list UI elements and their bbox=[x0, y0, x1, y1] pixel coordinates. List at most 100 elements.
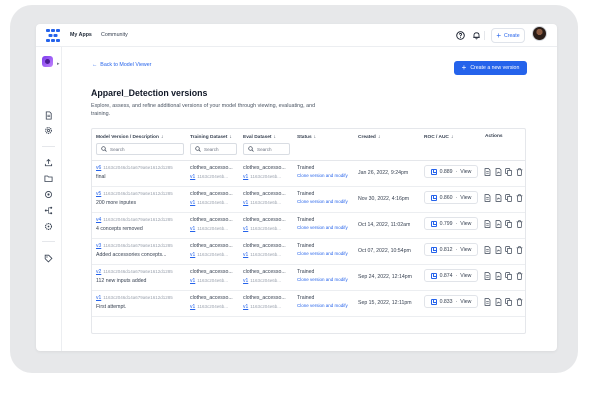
eval-dataset-name[interactable]: clothes_accesso... bbox=[243, 295, 289, 301]
copy-icon[interactable] bbox=[505, 298, 512, 306]
training-version-link[interactable]: v1 bbox=[190, 278, 195, 284]
trash-icon[interactable] bbox=[516, 220, 523, 228]
chevron-icon[interactable]: ▸ bbox=[57, 61, 60, 67]
file-icon[interactable] bbox=[495, 246, 502, 254]
header-created[interactable]: Created ↓ bbox=[358, 134, 380, 140]
clone-version-link[interactable]: Clone version and modify bbox=[297, 303, 348, 308]
header-eval-dataset[interactable]: Eval Dataset ↓ bbox=[243, 134, 276, 140]
eval-version-link[interactable]: v1 bbox=[243, 174, 248, 180]
copy-icon[interactable] bbox=[505, 272, 512, 280]
tag-icon[interactable] bbox=[44, 254, 53, 263]
header-training-dataset[interactable]: Training Dataset ↓ bbox=[190, 134, 232, 140]
bell-icon[interactable] bbox=[472, 31, 481, 40]
back-link[interactable]: ← Back to Model Viewer bbox=[92, 62, 151, 68]
training-version-link[interactable]: v1 bbox=[190, 226, 195, 232]
file-icon[interactable] bbox=[495, 272, 502, 280]
copy-icon[interactable] bbox=[505, 194, 512, 202]
training-version-link[interactable]: v1 bbox=[190, 200, 195, 206]
document-icon[interactable] bbox=[484, 220, 491, 228]
roc-view-button[interactable]: 0.860 · View bbox=[424, 191, 478, 204]
nav-community[interactable]: Community bbox=[101, 32, 128, 38]
document-icon[interactable] bbox=[484, 298, 491, 306]
search-training-input[interactable]: Search bbox=[190, 143, 237, 155]
trash-icon[interactable] bbox=[516, 272, 523, 280]
training-version-link[interactable]: v1 bbox=[190, 304, 195, 310]
eval-version-link[interactable]: v1 bbox=[243, 200, 248, 206]
roc-view-button[interactable]: 0.833 · View bbox=[424, 295, 478, 308]
search-version-input[interactable]: Search bbox=[96, 143, 184, 155]
avatar[interactable] bbox=[532, 26, 547, 41]
training-dataset-name[interactable]: clothes_accesso... bbox=[190, 191, 236, 197]
document-icon[interactable] bbox=[44, 111, 53, 120]
copy-icon[interactable] bbox=[505, 168, 512, 176]
clone-version-link[interactable]: Clone version and modify bbox=[297, 199, 348, 204]
roc-view-button[interactable]: 0.874 · View bbox=[424, 269, 478, 282]
training-version-link[interactable]: v1 bbox=[190, 252, 195, 258]
training-dataset-name[interactable]: clothes_accesso... bbox=[190, 269, 236, 275]
version-link[interactable]: v4 bbox=[96, 217, 101, 223]
module-icon[interactable] bbox=[44, 222, 53, 231]
sort-arrow-icon: ↓ bbox=[450, 134, 454, 140]
trash-icon[interactable] bbox=[516, 194, 523, 202]
clone-version-link[interactable]: Clone version and modify bbox=[297, 173, 348, 178]
settings-icon[interactable] bbox=[44, 190, 53, 199]
eval-version-link[interactable]: v1 bbox=[243, 252, 248, 258]
document-icon[interactable] bbox=[484, 272, 491, 280]
help-icon[interactable] bbox=[456, 31, 465, 40]
eval-dataset-name[interactable]: clothes_accesso... bbox=[243, 191, 289, 197]
folder-icon[interactable] bbox=[44, 174, 53, 183]
copy-icon[interactable] bbox=[505, 246, 512, 254]
clone-version-link[interactable]: Clone version and modify bbox=[297, 277, 348, 282]
create-new-version-button[interactable]: + Create a new version bbox=[454, 61, 527, 75]
roc-view-button[interactable]: 0.799 · View bbox=[424, 217, 478, 230]
training-dataset-name[interactable]: clothes_accesso... bbox=[190, 243, 236, 249]
clone-version-link[interactable]: Clone version and modify bbox=[297, 225, 348, 230]
eval-dataset-name[interactable]: clothes_accesso... bbox=[243, 243, 289, 249]
sort-arrow-icon: ↓ bbox=[313, 134, 317, 140]
workflow-icon[interactable] bbox=[44, 206, 53, 215]
eval-dataset-name[interactable]: clothes_accesso... bbox=[243, 165, 289, 171]
version-link[interactable]: v2 bbox=[96, 269, 101, 275]
training-dataset-name[interactable]: clothes_accesso... bbox=[190, 295, 236, 301]
header-version[interactable]: Model Version / Description ↓ bbox=[96, 134, 163, 140]
version-link[interactable]: v5 bbox=[96, 191, 101, 197]
logo-icon[interactable] bbox=[46, 29, 60, 42]
trash-icon[interactable] bbox=[516, 168, 523, 176]
training-dataset-name[interactable]: clothes_accesso... bbox=[190, 165, 236, 171]
document-icon[interactable] bbox=[484, 194, 491, 202]
create-button[interactable]: + Create bbox=[491, 28, 525, 43]
eval-dataset-name[interactable]: clothes_accesso... bbox=[243, 269, 289, 275]
upload-icon[interactable] bbox=[44, 158, 53, 167]
training-version-link[interactable]: v1 bbox=[190, 174, 195, 180]
roc-view-button[interactable]: 0.812 · View bbox=[424, 243, 478, 256]
trash-icon[interactable] bbox=[516, 246, 523, 254]
document-icon[interactable] bbox=[484, 246, 491, 254]
header-status[interactable]: Status ↓ bbox=[297, 134, 316, 140]
version-link[interactable]: v3 bbox=[96, 243, 101, 249]
document-icon[interactable] bbox=[484, 168, 491, 176]
version-link[interactable]: v1 bbox=[96, 295, 101, 301]
file-icon[interactable] bbox=[495, 194, 502, 202]
roc-view-label: View bbox=[460, 246, 472, 253]
copy-icon[interactable] bbox=[505, 220, 512, 228]
clone-version-link[interactable]: Clone version and modify bbox=[297, 251, 348, 256]
eval-version-link[interactable]: v1 bbox=[243, 304, 248, 310]
nav-my-apps[interactable]: My Apps bbox=[70, 32, 92, 38]
eval-dataset-name[interactable]: clothes_accesso... bbox=[243, 217, 289, 223]
app-badge[interactable] bbox=[42, 56, 53, 67]
eval-version-link[interactable]: v1 bbox=[243, 226, 248, 232]
search-eval-input[interactable]: Search bbox=[243, 143, 290, 155]
header-roc[interactable]: ROC / AUC ↓ bbox=[424, 134, 453, 140]
roc-value: 0.799 bbox=[439, 220, 453, 227]
gear-icon[interactable] bbox=[44, 126, 53, 135]
eval-dataset-version: v1 1163c204e6b... bbox=[243, 252, 291, 258]
file-icon[interactable] bbox=[495, 168, 502, 176]
trash-icon[interactable] bbox=[516, 298, 523, 306]
version-link[interactable]: v6 bbox=[96, 165, 101, 171]
roc-view-button[interactable]: 0.889 · View bbox=[424, 165, 478, 178]
file-icon[interactable] bbox=[495, 298, 502, 306]
eval-version-link[interactable]: v1 bbox=[243, 278, 248, 284]
training-dataset-name[interactable]: clothes_accesso... bbox=[190, 217, 236, 223]
header-created-label: Created bbox=[358, 135, 376, 140]
file-icon[interactable] bbox=[495, 220, 502, 228]
